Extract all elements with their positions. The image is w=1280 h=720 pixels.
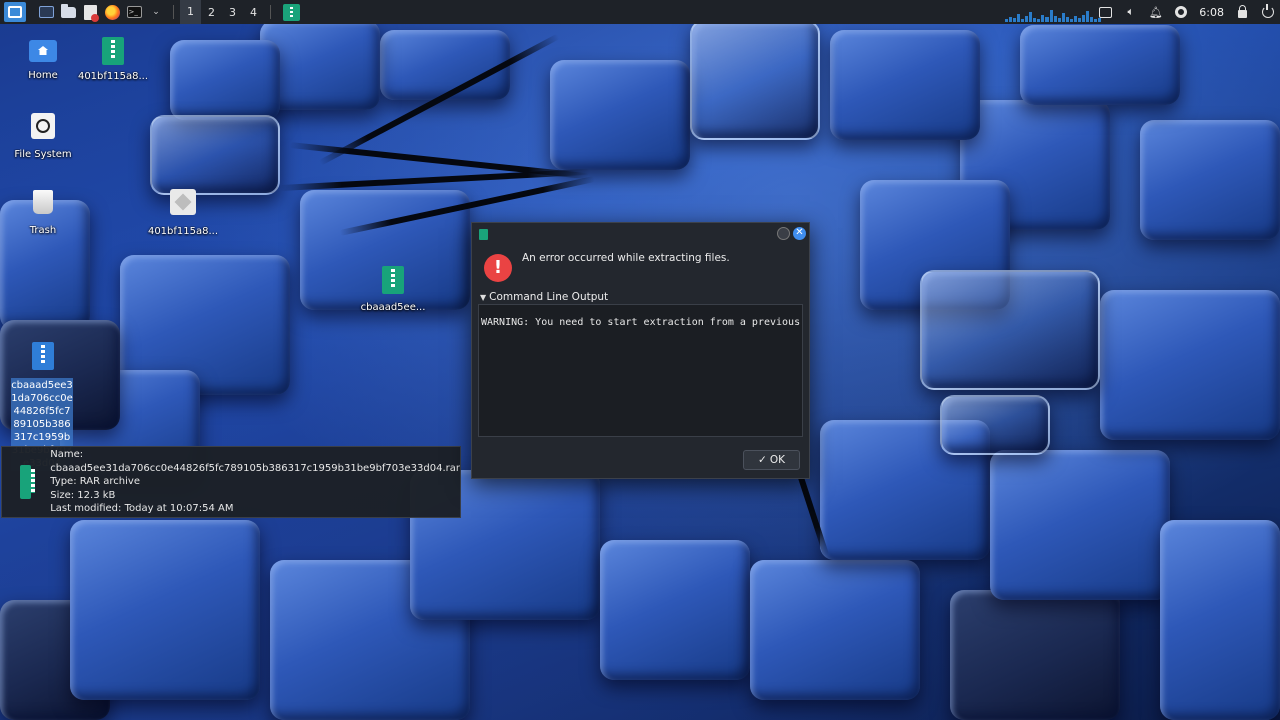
close-button[interactable]: ✕ <box>793 227 806 240</box>
desktop-icon-archive-2[interactable]: cbaaad5ee... <box>356 266 430 313</box>
workspace-1[interactable]: 1 <box>180 0 201 24</box>
display-icon[interactable] <box>1099 6 1113 19</box>
archive-manager-icon <box>479 229 488 240</box>
panel-clock[interactable]: 6:08 <box>1199 6 1224 19</box>
shell-icon: >_ <box>126 6 142 18</box>
archive-file-icon <box>20 465 36 499</box>
workspace-4[interactable]: 4 <box>243 6 264 19</box>
applications-menu-button[interactable] <box>0 0 29 24</box>
command-output-expander[interactable]: ▼ Command Line Output <box>480 291 608 303</box>
tooltip-name: Name: cbaaad5ee31da706cc0e44826f5fc78910… <box>50 449 460 474</box>
chevron-down-icon: ⌄ <box>152 7 160 17</box>
ok-button[interactable]: ✓ OK <box>743 450 800 470</box>
archive-file-icon <box>32 342 54 370</box>
check-icon: ✓ <box>758 454 767 466</box>
expander-label: Command Line Output <box>489 291 609 303</box>
error-icon: ! <box>484 254 512 282</box>
taskbar-archive-manager-icon[interactable] <box>283 3 300 21</box>
tooltip-size: Size: 12.3 kB <box>50 489 116 501</box>
desktop-icon-label: 401bf115a8... <box>77 71 149 82</box>
firefox-launcher[interactable] <box>101 0 123 24</box>
tooltip-modified: Last modified: Today at 10:07:54 AM <box>50 503 234 515</box>
desktop-icon-label: Home <box>28 70 58 81</box>
terminal-icon <box>38 6 54 18</box>
trash-icon <box>33 190 53 214</box>
file-info-tooltip: Name: cbaaad5ee31da706cc0e44826f5fc78910… <box>1 446 461 518</box>
lock-icon[interactable] <box>1236 5 1249 19</box>
workspace-2[interactable]: 2 <box>201 6 222 19</box>
panel-separator <box>270 5 271 19</box>
ok-label: OK <box>769 454 785 466</box>
desktop-icon-label: File System <box>14 149 72 160</box>
archive-file-icon <box>382 266 404 294</box>
panel-separator <box>173 5 174 19</box>
triangle-down-icon: ▼ <box>480 293 487 302</box>
home-folder-icon <box>29 40 57 62</box>
minimize-button[interactable] <box>777 227 790 240</box>
drive-icon <box>31 113 55 139</box>
tooltip-type: Type: RAR archive <box>50 476 140 488</box>
cpu-graph <box>1005 4 1102 22</box>
command-output-text: WARNING: You need to start extraction fr… <box>481 317 801 328</box>
command-output-textview[interactable]: WARNING: You need to start extraction fr… <box>478 304 803 437</box>
folder-icon <box>60 3 76 18</box>
desktop-icon-file[interactable]: 401bf115a8... <box>146 189 220 237</box>
notification-bell-icon[interactable]: 🔔︎ <box>1149 6 1163 19</box>
firefox-icon <box>104 4 120 20</box>
error-message: An error occurred while extracting files… <box>522 252 730 264</box>
archive-file-icon <box>102 37 124 65</box>
desktop-icon-label: Trash <box>29 225 57 236</box>
text-editor-icon <box>83 4 99 22</box>
shell-launcher[interactable]: >_ <box>123 0 145 24</box>
desktop-icon-home[interactable]: Home <box>6 40 80 81</box>
generic-file-icon <box>170 189 196 215</box>
status-icon[interactable] <box>1174 6 1187 19</box>
kali-menu-icon <box>4 2 26 22</box>
desktop-icon-label: cbaaad5ee... <box>360 302 426 313</box>
workspace-3[interactable]: 3 <box>222 6 243 19</box>
file-manager-launcher[interactable] <box>57 0 79 24</box>
terminal-launcher[interactable] <box>35 0 57 24</box>
close-icon: ✕ <box>795 227 804 238</box>
volume-icon[interactable]: 🔈︎ <box>1124 5 1137 19</box>
desktop-icon-archive[interactable]: 401bf115a8... <box>76 37 150 82</box>
power-icon[interactable] <box>1261 4 1274 19</box>
desktop-icon-file-system[interactable]: File System <box>6 113 80 160</box>
text-editor-launcher[interactable] <box>79 0 101 24</box>
desktop-icon-trash[interactable]: Trash <box>6 190 80 236</box>
desktop-icon-selected-archive[interactable] <box>6 342 80 370</box>
desktop-icon-label: 401bf115a8... <box>147 226 219 237</box>
top-panel: >_ ⌄ 1 2 3 4 🔈︎ 🔔︎ 6:08 <box>0 0 1280 24</box>
launcher-dropdown[interactable]: ⌄ <box>145 0 167 24</box>
extraction-error-dialog: ✕ ! An error occurred while extracting f… <box>471 222 810 479</box>
dialog-titlebar[interactable]: ✕ <box>472 223 809 245</box>
